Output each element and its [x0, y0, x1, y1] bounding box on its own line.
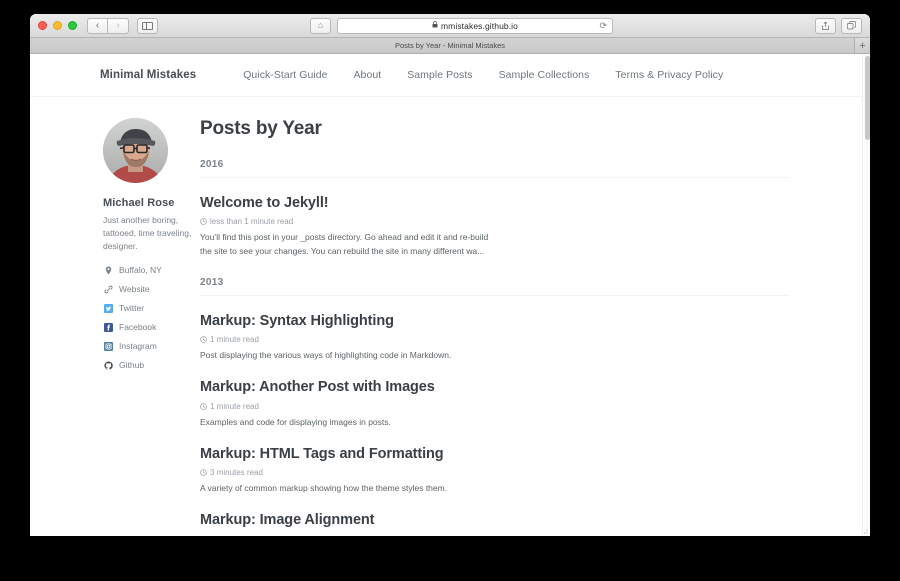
forward-button[interactable]: ›	[108, 17, 129, 34]
minimize-window-button[interactable]	[53, 21, 62, 30]
post-excerpt: You’ll find this post in your _posts dir…	[200, 232, 489, 256]
post-read-time: less than 1 minute read	[210, 217, 294, 227]
twitter-icon	[103, 303, 113, 313]
link-icon	[103, 284, 113, 294]
toolbar-right-buttons	[815, 17, 862, 34]
page-viewport: Minimal Mistakes Quick-Start Guide About S…	[30, 54, 870, 535]
web-page: Minimal Mistakes Quick-Start Guide About S…	[30, 54, 870, 535]
author-link-twitter[interactable]: Twitter	[103, 303, 200, 313]
tab-bar: Posts by Year - Minimal Mistakes +	[30, 38, 870, 54]
author-sidebar: Michael Rose Just another boring, tattoo…	[30, 118, 200, 535]
post-read-time: 1 minute read	[210, 335, 259, 345]
author-link-facebook[interactable]: Facebook	[103, 322, 200, 332]
post-title-link[interactable]: Markup: HTML Tags and Formatting	[200, 446, 790, 463]
site-title-link[interactable]: Minimal Mistakes	[100, 69, 196, 81]
new-tab-button[interactable]: +	[854, 38, 870, 53]
sidebar-icon	[142, 21, 153, 30]
facebook-icon	[103, 322, 113, 332]
back-button[interactable]: ‹	[87, 17, 108, 34]
forward-icon: ›	[116, 19, 120, 31]
post-excerpt: Post displaying the various ways of high…	[200, 350, 452, 361]
post-meta: 1 minute read	[200, 335, 790, 344]
archive-content: Posts by Year 2016 Welcome to Jekyll! le…	[200, 118, 870, 535]
reload-icon[interactable]: ⟳	[599, 20, 607, 31]
author-link-label: Website	[119, 284, 150, 295]
home-button[interactable]: ⌂	[310, 17, 331, 34]
post-meta: 3 minutes read	[200, 468, 790, 477]
traffic-light-buttons	[38, 21, 77, 30]
page-scrollbar[interactable]	[862, 54, 870, 535]
post-title-link[interactable]: Markup: Image Alignment	[200, 512, 790, 529]
show-all-tabs-button[interactable]	[841, 17, 862, 34]
archive-year-heading: 2013	[200, 277, 790, 296]
author-link-label: Twitter	[119, 303, 145, 314]
post-read-time: 3 minutes read	[210, 468, 263, 478]
post-list-item[interactable]: Markup: HTML Tags and Formatting 3 minut…	[200, 446, 790, 496]
author-links-list: Buffalo, NY Website Twitter Facebook Ins…	[103, 265, 200, 370]
author-link-label: Instagram	[119, 341, 157, 352]
author-link-buffalo-ny[interactable]: Buffalo, NY	[103, 265, 200, 275]
page-title: Posts by Year	[200, 118, 322, 139]
post-list-item[interactable]: Welcome to Jekyll! less than 1 minute re…	[200, 195, 790, 258]
clock-icon	[200, 218, 207, 226]
author-link-website[interactable]: Website	[103, 284, 200, 294]
nav-link-sample-collections[interactable]: Sample Collections	[499, 69, 590, 81]
address-bar[interactable]: mmistakes.github.io ⟳	[337, 17, 613, 34]
share-icon	[822, 21, 829, 30]
lock-icon	[432, 21, 438, 30]
back-icon: ‹	[95, 19, 100, 31]
home-icon: ⌂	[317, 20, 324, 30]
location-pin-icon	[103, 265, 113, 275]
nav-link-terms-privacy-policy[interactable]: Terms & Privacy Policy	[615, 69, 723, 81]
nav-link-quick-start-guide[interactable]: Quick-Start Guide	[243, 69, 327, 81]
author-link-instagram[interactable]: Instagram	[103, 341, 200, 351]
url-text: mmistakes.github.io	[440, 20, 518, 31]
zoom-window-button[interactable]	[68, 21, 77, 30]
archive-year-group: 2013 Markup: Syntax Highlighting 1 minut…	[200, 277, 790, 535]
site-masthead: Minimal Mistakes Quick-Start Guide About S…	[30, 54, 870, 97]
post-meta: 1 minute read	[200, 402, 790, 411]
tabs-icon	[847, 21, 856, 30]
resize-handle-icon[interactable]	[863, 529, 869, 535]
post-title-link[interactable]: Markup: Another Post with Images	[200, 379, 790, 396]
author-bio: Just another boring, tattooed, time trav…	[103, 215, 192, 251]
scrollbar-thumb[interactable]	[864, 56, 870, 140]
avatar	[103, 118, 168, 183]
author-name: Michael Rose	[103, 197, 175, 209]
author-link-label: Buffalo, NY	[119, 265, 162, 276]
author-link-label: Facebook	[119, 322, 157, 333]
browser-window: ‹ › ⌂ mmistakes.github.io ⟳ Posts by Yea…	[30, 14, 870, 536]
archive-year-group: 2016 Welcome to Jekyll! less than 1 minu…	[200, 159, 790, 258]
browser-toolbar: ‹ › ⌂ mmistakes.github.io ⟳	[30, 14, 870, 38]
post-list-item[interactable]: Markup: Syntax Highlighting 1 minute rea…	[200, 313, 790, 363]
post-meta: less than 1 minute read	[200, 217, 790, 226]
post-read-time: 1 minute read	[210, 401, 259, 411]
clock-icon	[200, 469, 207, 477]
author-link-label: Github	[119, 360, 145, 371]
post-list-item[interactable]: Markup: Another Post with Images 1 minut…	[200, 379, 790, 429]
archive-year-groups: 2016 Welcome to Jekyll! less than 1 minu…	[200, 159, 790, 535]
clock-icon	[200, 336, 207, 343]
close-window-button[interactable]	[38, 21, 47, 30]
github-icon	[103, 360, 113, 370]
instagram-icon	[103, 341, 113, 351]
post-list-item[interactable]: Markup: Image Alignment 3 minutes read W…	[200, 512, 790, 535]
avatar-photo	[103, 118, 168, 183]
navigation-buttons: ‹ ›	[87, 17, 129, 34]
post-title-link[interactable]: Welcome to Jekyll!	[200, 195, 790, 212]
toggle-sidebar-button[interactable]	[137, 17, 158, 34]
page-layout: Michael Rose Just another boring, tattoo…	[30, 97, 870, 535]
active-tab[interactable]: Posts by Year - Minimal Mistakes	[395, 41, 505, 50]
post-excerpt: Examples and code for displaying images …	[200, 416, 391, 427]
share-button[interactable]	[815, 17, 836, 34]
nav-link-about[interactable]: About	[354, 69, 382, 81]
author-link-github[interactable]: Github	[103, 360, 200, 370]
archive-year-heading: 2016	[200, 159, 790, 178]
primary-navigation: Quick-Start Guide About Sample Posts Sample…	[243, 69, 723, 81]
clock-icon	[200, 402, 207, 410]
post-excerpt: A variety of common markup showing how t…	[200, 483, 448, 494]
post-title-link[interactable]: Markup: Syntax Highlighting	[200, 313, 790, 330]
nav-link-sample-posts[interactable]: Sample Posts	[407, 69, 472, 81]
